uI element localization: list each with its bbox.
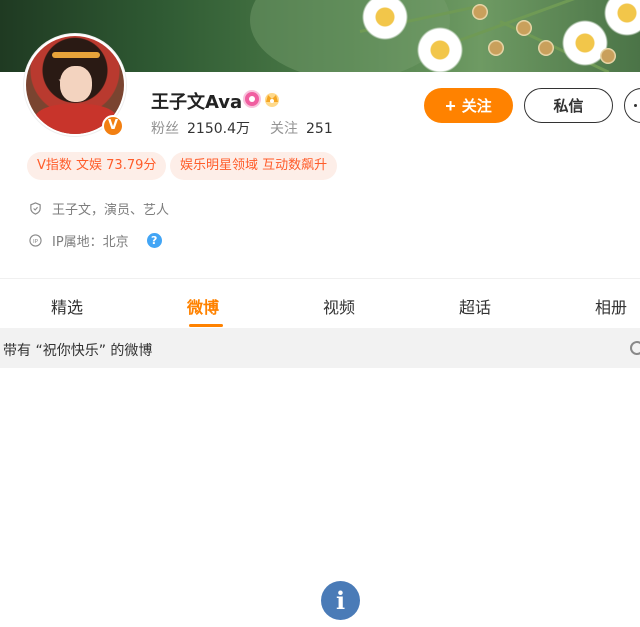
v-index-tag[interactable]: V指数 文娱 73.79分 — [27, 152, 167, 180]
tab-albums[interactable]: 相册 — [595, 294, 627, 318]
message-button[interactable]: 私信 — [524, 88, 613, 123]
section-divider — [0, 278, 640, 279]
profile-tabs: 精选 微博 视频 超话 相册 — [0, 288, 640, 327]
tab-weibo[interactable]: 微博 — [187, 294, 219, 318]
ip-location-icon: IP — [29, 234, 42, 247]
trending-tag[interactable]: 娱乐明星领域 互动数飙升 — [170, 152, 338, 180]
info-icon[interactable]: i — [321, 581, 360, 620]
fans-label: 粉丝 — [151, 121, 179, 137]
filter-text: 带有 “祝你快乐” 的微博 — [3, 343, 153, 359]
more-dots-icon — [634, 104, 637, 107]
refresh-icon[interactable] — [630, 341, 640, 355]
more-options-button[interactable] — [624, 88, 640, 123]
following-count[interactable]: 251 — [306, 121, 333, 137]
plus-icon: + — [445, 95, 456, 116]
fans-count[interactable]: 2150.4万 — [187, 121, 250, 137]
tab-videos[interactable]: 视频 — [323, 294, 355, 318]
follow-button-label: 关注 — [461, 98, 492, 115]
profile-name: 王子文Ava — [151, 92, 243, 113]
filter-bar: 带有 “祝你快乐” 的微博 — [0, 328, 640, 368]
ip-location-row: IP IP属地：北京 ? — [29, 231, 162, 250]
active-tab-indicator — [189, 324, 223, 327]
profile-stats: 粉丝 2150.4万 关注 251 — [151, 118, 353, 138]
verified-badge-icon: V — [102, 115, 124, 137]
message-button-label: 私信 — [553, 98, 584, 115]
tab-featured[interactable]: 精选 — [51, 294, 83, 318]
identity-row: 王子文，演员、艺人 — [29, 199, 169, 218]
shield-icon — [30, 202, 41, 215]
following-label: 关注 — [270, 121, 298, 137]
ip-location-text: IP属地：北京 — [52, 235, 129, 250]
member-badge-icon[interactable] — [243, 90, 261, 108]
identity-text: 王子文，演员、艺人 — [52, 203, 170, 218]
follow-button[interactable]: + 关注 — [424, 88, 513, 123]
crown-badge-icon[interactable] — [263, 90, 281, 108]
tab-super-topics[interactable]: 超话 — [459, 294, 491, 318]
help-icon[interactable]: ? — [146, 233, 162, 248]
svg-text:IP: IP — [33, 239, 39, 245]
